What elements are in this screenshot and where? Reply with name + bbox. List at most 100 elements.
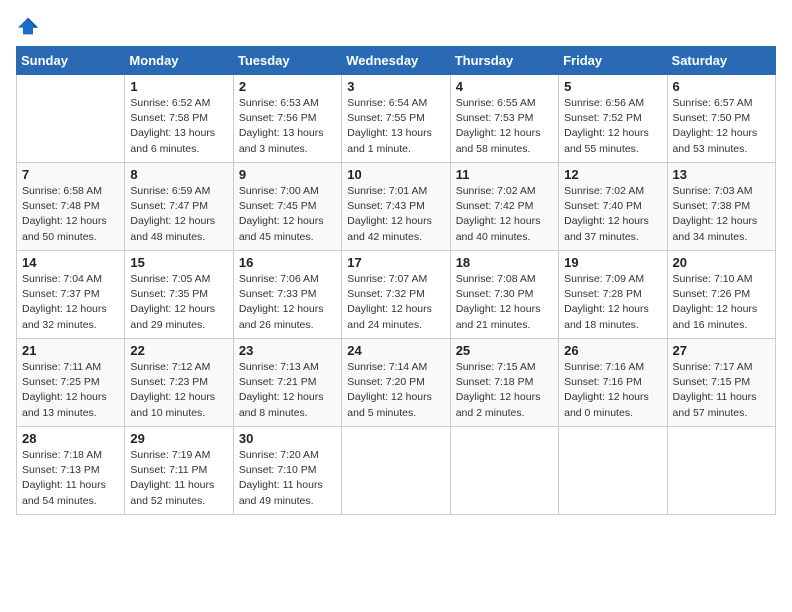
day-info: Sunrise: 7:19 AM Sunset: 7:11 PM Dayligh… bbox=[130, 448, 227, 509]
day-info: Sunrise: 7:18 AM Sunset: 7:13 PM Dayligh… bbox=[22, 448, 119, 509]
day-number: 1 bbox=[130, 79, 227, 94]
calendar-cell: 19Sunrise: 7:09 AM Sunset: 7:28 PM Dayli… bbox=[559, 251, 667, 339]
logo-icon bbox=[16, 16, 40, 36]
weekday-header-sunday: Sunday bbox=[17, 47, 125, 75]
day-info: Sunrise: 6:56 AM Sunset: 7:52 PM Dayligh… bbox=[564, 96, 661, 157]
week-row-2: 7 Sunrise: 6:58 AM Sunset: 7:48 PM Daylig… bbox=[17, 163, 776, 251]
day-number: 26 bbox=[564, 343, 661, 358]
day-number: 16 bbox=[239, 255, 336, 270]
day-number: 9 bbox=[239, 167, 336, 182]
calendar-cell: 22 Sunrise: 7:12 AM Sunset: 7:23 PM Dayli… bbox=[125, 339, 233, 427]
day-info: Sunrise: 7:17 AM Sunset: 7:15 PM Dayligh… bbox=[673, 360, 770, 421]
day-number: 17 bbox=[347, 255, 444, 270]
day-info: Sunrise: 6:52 AM Sunset: 7:58 PM Dayligh… bbox=[130, 96, 227, 157]
calendar-cell: 16 Sunrise: 7:06 AM Sunset: 7:33 PM Dayli… bbox=[233, 251, 341, 339]
day-info: Sunrise: 7:13 AM Sunset: 7:21 PM Dayligh… bbox=[239, 360, 336, 421]
weekday-header-friday: Friday bbox=[559, 47, 667, 75]
weekday-header-tuesday: Tuesday bbox=[233, 47, 341, 75]
calendar-cell: 8 Sunrise: 6:59 AM Sunset: 7:47 PM Daylig… bbox=[125, 163, 233, 251]
calendar-table: SundayMondayTuesdayWednesdayThursdayFrid… bbox=[16, 46, 776, 515]
day-info: Sunrise: 7:16 AM Sunset: 7:16 PM Dayligh… bbox=[564, 360, 661, 421]
day-info: Sunrise: 6:53 AM Sunset: 7:56 PM Dayligh… bbox=[239, 96, 336, 157]
day-number: 28 bbox=[22, 431, 119, 446]
calendar-cell: 17 Sunrise: 7:07 AM Sunset: 7:32 PM Dayli… bbox=[342, 251, 450, 339]
day-number: 7 bbox=[22, 167, 119, 182]
calendar-cell: 29 Sunrise: 7:19 AM Sunset: 7:11 PM Dayli… bbox=[125, 427, 233, 515]
calendar-cell: 27 Sunrise: 7:17 AM Sunset: 7:15 PM Dayli… bbox=[667, 339, 775, 427]
day-info: Sunrise: 7:01 AM Sunset: 7:43 PM Dayligh… bbox=[347, 184, 444, 245]
day-number: 24 bbox=[347, 343, 444, 358]
calendar-cell: 23 Sunrise: 7:13 AM Sunset: 7:21 PM Dayli… bbox=[233, 339, 341, 427]
day-number: 22 bbox=[130, 343, 227, 358]
day-info: Sunrise: 7:04 AM Sunset: 7:37 PM Dayligh… bbox=[22, 272, 119, 333]
day-number: 4 bbox=[456, 79, 553, 94]
day-number: 18 bbox=[456, 255, 553, 270]
day-info: Sunrise: 7:15 AM Sunset: 7:18 PM Dayligh… bbox=[456, 360, 553, 421]
calendar-cell: 10 Sunrise: 7:01 AM Sunset: 7:43 PM Dayli… bbox=[342, 163, 450, 251]
day-number: 25 bbox=[456, 343, 553, 358]
calendar-cell: 5 Sunrise: 6:56 AM Sunset: 7:52 PM Daylig… bbox=[559, 75, 667, 163]
calendar-cell bbox=[342, 427, 450, 515]
day-info: Sunrise: 7:07 AM Sunset: 7:32 PM Dayligh… bbox=[347, 272, 444, 333]
week-row-1: 1 Sunrise: 6:52 AM Sunset: 7:58 PM Daylig… bbox=[17, 75, 776, 163]
calendar-cell: 4 Sunrise: 6:55 AM Sunset: 7:53 PM Daylig… bbox=[450, 75, 558, 163]
day-number: 15 bbox=[130, 255, 227, 270]
day-info: Sunrise: 7:08 AM Sunset: 7:30 PM Dayligh… bbox=[456, 272, 553, 333]
day-info: Sunrise: 6:55 AM Sunset: 7:53 PM Dayligh… bbox=[456, 96, 553, 157]
logo bbox=[16, 16, 44, 36]
day-number: 23 bbox=[239, 343, 336, 358]
week-row-4: 21Sunrise: 7:11 AM Sunset: 7:25 PM Dayli… bbox=[17, 339, 776, 427]
calendar-cell: 9 Sunrise: 7:00 AM Sunset: 7:45 PM Daylig… bbox=[233, 163, 341, 251]
day-number: 27 bbox=[673, 343, 770, 358]
day-number: 8 bbox=[130, 167, 227, 182]
calendar-cell bbox=[559, 427, 667, 515]
calendar-cell: 21Sunrise: 7:11 AM Sunset: 7:25 PM Dayli… bbox=[17, 339, 125, 427]
day-info: Sunrise: 6:59 AM Sunset: 7:47 PM Dayligh… bbox=[130, 184, 227, 245]
day-info: Sunrise: 7:14 AM Sunset: 7:20 PM Dayligh… bbox=[347, 360, 444, 421]
calendar-cell bbox=[17, 75, 125, 163]
week-row-3: 14 Sunrise: 7:04 AM Sunset: 7:37 PM Dayli… bbox=[17, 251, 776, 339]
day-number: 3 bbox=[347, 79, 444, 94]
calendar-cell bbox=[667, 427, 775, 515]
day-number: 13 bbox=[673, 167, 770, 182]
day-number: 6 bbox=[673, 79, 770, 94]
weekday-header-saturday: Saturday bbox=[667, 47, 775, 75]
calendar-cell: 30 Sunrise: 7:20 AM Sunset: 7:10 PM Dayli… bbox=[233, 427, 341, 515]
weekday-header-wednesday: Wednesday bbox=[342, 47, 450, 75]
day-number: 10 bbox=[347, 167, 444, 182]
day-info: Sunrise: 7:10 AM Sunset: 7:26 PM Dayligh… bbox=[673, 272, 770, 333]
day-info: Sunrise: 7:03 AM Sunset: 7:38 PM Dayligh… bbox=[673, 184, 770, 245]
calendar-cell bbox=[450, 427, 558, 515]
day-number: 30 bbox=[239, 431, 336, 446]
day-info: Sunrise: 7:02 AM Sunset: 7:40 PM Dayligh… bbox=[564, 184, 661, 245]
weekday-header-monday: Monday bbox=[125, 47, 233, 75]
page-header bbox=[16, 16, 776, 36]
calendar-cell: 1 Sunrise: 6:52 AM Sunset: 7:58 PM Daylig… bbox=[125, 75, 233, 163]
calendar-cell: 12 Sunrise: 7:02 AM Sunset: 7:40 PM Dayli… bbox=[559, 163, 667, 251]
day-info: Sunrise: 7:05 AM Sunset: 7:35 PM Dayligh… bbox=[130, 272, 227, 333]
calendar-cell: 20Sunrise: 7:10 AM Sunset: 7:26 PM Dayli… bbox=[667, 251, 775, 339]
calendar-cell: 11 Sunrise: 7:02 AM Sunset: 7:42 PM Dayli… bbox=[450, 163, 558, 251]
calendar-cell: 3Sunrise: 6:54 AM Sunset: 7:55 PM Daylig… bbox=[342, 75, 450, 163]
day-info: Sunrise: 7:00 AM Sunset: 7:45 PM Dayligh… bbox=[239, 184, 336, 245]
day-number: 19 bbox=[564, 255, 661, 270]
calendar-cell: 26 Sunrise: 7:16 AM Sunset: 7:16 PM Dayli… bbox=[559, 339, 667, 427]
day-info: Sunrise: 7:06 AM Sunset: 7:33 PM Dayligh… bbox=[239, 272, 336, 333]
day-info: Sunrise: 7:02 AM Sunset: 7:42 PM Dayligh… bbox=[456, 184, 553, 245]
day-number: 21 bbox=[22, 343, 119, 358]
calendar-cell: 15 Sunrise: 7:05 AM Sunset: 7:35 PM Dayli… bbox=[125, 251, 233, 339]
week-row-5: 28 Sunrise: 7:18 AM Sunset: 7:13 PM Dayli… bbox=[17, 427, 776, 515]
day-number: 2 bbox=[239, 79, 336, 94]
calendar-cell: 24 Sunrise: 7:14 AM Sunset: 7:20 PM Dayli… bbox=[342, 339, 450, 427]
weekday-header-row: SundayMondayTuesdayWednesdayThursdayFrid… bbox=[17, 47, 776, 75]
day-info: Sunrise: 7:12 AM Sunset: 7:23 PM Dayligh… bbox=[130, 360, 227, 421]
day-number: 12 bbox=[564, 167, 661, 182]
day-number: 14 bbox=[22, 255, 119, 270]
day-number: 11 bbox=[456, 167, 553, 182]
day-info: Sunrise: 6:58 AM Sunset: 7:48 PM Dayligh… bbox=[22, 184, 119, 245]
day-info: Sunrise: 7:20 AM Sunset: 7:10 PM Dayligh… bbox=[239, 448, 336, 509]
calendar-cell: 18 Sunrise: 7:08 AM Sunset: 7:30 PM Dayli… bbox=[450, 251, 558, 339]
day-number: 29 bbox=[130, 431, 227, 446]
calendar-cell: 2 Sunrise: 6:53 AM Sunset: 7:56 PM Daylig… bbox=[233, 75, 341, 163]
day-number: 5 bbox=[564, 79, 661, 94]
